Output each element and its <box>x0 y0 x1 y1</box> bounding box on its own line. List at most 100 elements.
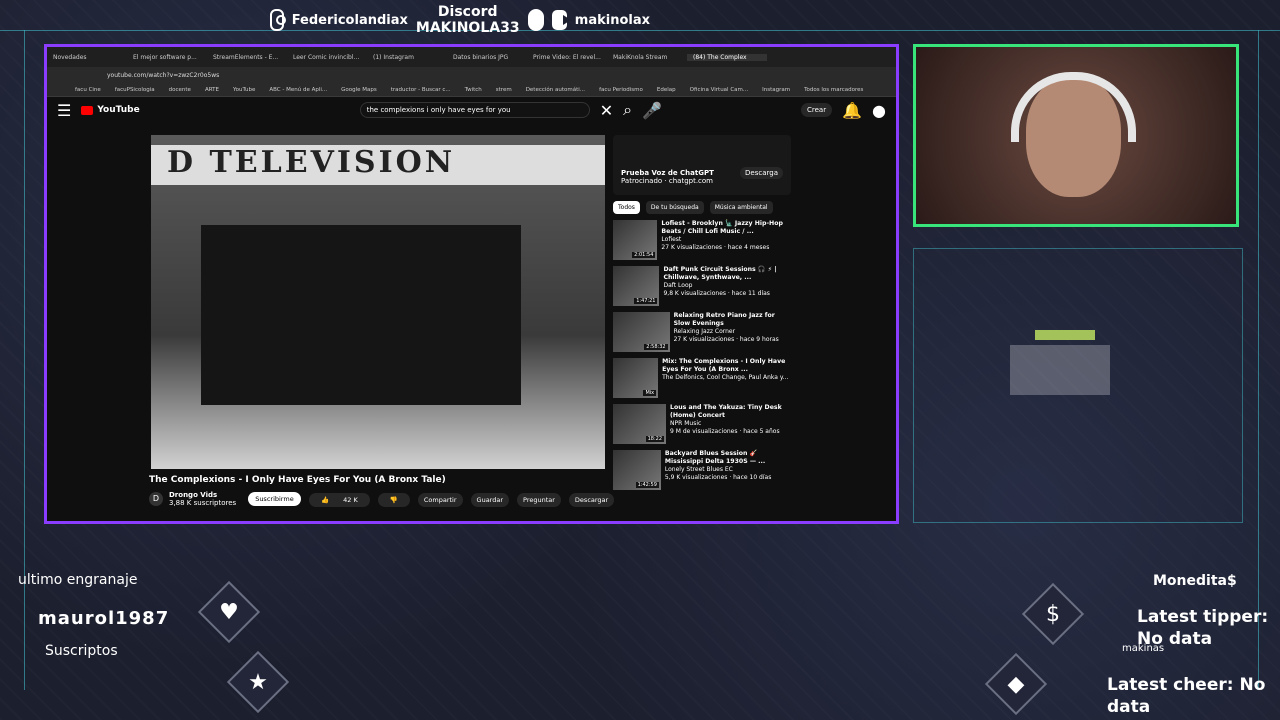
heart-icon: ♥ <box>219 599 239 625</box>
recommendation[interactable]: Mix Mix: The Complexions - I Only Have E… <box>613 358 791 398</box>
duration: 1:47:21 <box>634 298 658 304</box>
ad-download-button[interactable]: Descarga <box>740 167 783 179</box>
thumbnail[interactable]: 2:01:54 <box>613 220 658 260</box>
sidebar: Prueba Voz de ChatGPT Patrocinado · chat… <box>613 135 791 490</box>
dislike-button[interactable]: 👎 <box>377 493 410 507</box>
address-bar[interactable]: youtube.com/watch?v=zwzC2r0o5ws <box>47 67 896 83</box>
thumbnail[interactable]: Mix <box>613 358 659 398</box>
tab[interactable]: (1) Instagram <box>367 54 447 61</box>
download-button[interactable]: Descargar <box>568 493 615 507</box>
rec-title[interactable]: Daft Punk Circuit Sessions 🎧 ⚡ | Chillwa… <box>663 266 791 282</box>
save-button[interactable]: Guardar <box>470 493 510 507</box>
rec-title[interactable]: Lous and The Yakuza: Tiny Desk (Home) Co… <box>670 404 791 420</box>
chip[interactable]: De tu búsqueda <box>645 201 704 214</box>
chip[interactable]: Todos <box>613 201 640 214</box>
duration: 2:58:32 <box>644 344 668 350</box>
search-icon[interactable]: ⌕ <box>623 100 632 120</box>
bookmark[interactable]: Google Maps <box>341 87 377 93</box>
rec-title[interactable]: Backyard Blues Session 🎸 Mississippi Del… <box>665 450 791 466</box>
bookmarks-bar: facu Cine facuPSicologia docente ARTE Yo… <box>47 83 896 97</box>
recommendation[interactable]: 1:47:21 Daft Punk Circuit Sessions 🎧 ⚡ |… <box>613 266 791 306</box>
rec-meta: Backyard Blues Session 🎸 Mississippi Del… <box>665 450 791 490</box>
currency-label: Monedita$ <box>1153 573 1237 589</box>
rec-info: 9,8 K visualizaciones · hace 11 días <box>663 290 770 297</box>
filter-chips: Todos De tu búsqueda Música ambiental <box>613 201 791 214</box>
bookmark[interactable]: docente <box>169 87 191 93</box>
rec-info: 27 K visualizaciones · hace 4 meses <box>661 244 770 251</box>
avatar[interactable]: ● <box>872 101 886 120</box>
star-icon: ★ <box>248 669 268 695</box>
youtube-header: ☰ YouTube the complexions i only have ey… <box>47 97 896 123</box>
rec-title[interactable]: Mix: The Complexions - I Only Have Eyes … <box>662 358 791 374</box>
tab[interactable]: Datos binarios JPG <box>447 54 527 61</box>
tab[interactable]: StreamElements - E... <box>207 54 287 61</box>
rec-meta: Daft Punk Circuit Sessions 🎧 ⚡ | Chillwa… <box>663 266 791 306</box>
thumbs-down-icon: 👎 <box>383 493 404 507</box>
close-icon[interactable]: ✕ <box>600 101 613 120</box>
tab[interactable]: Leer Comic invincibl... <box>287 54 367 61</box>
menu-icon[interactable]: ☰ <box>57 101 71 120</box>
bookmark[interactable]: Detección automáti... <box>526 87 585 93</box>
thumbnail[interactable]: 18:22 <box>613 404 667 444</box>
thumbnail[interactable]: 2:58:32 <box>613 312 670 352</box>
bookmark[interactable]: Oficina Virtual Cam... <box>690 87 748 93</box>
youtube-logo[interactable]: YouTube <box>81 105 140 115</box>
recommendation[interactable]: 18:22 Lous and The Yakuza: Tiny Desk (Ho… <box>613 404 791 444</box>
ask-button[interactable]: Preguntar <box>517 493 561 507</box>
bell-icon[interactable]: 🔔 <box>842 101 862 120</box>
bookmark[interactable]: YouTube <box>233 87 255 93</box>
tab[interactable]: MakiKnola Stream <box>607 54 687 61</box>
glitch-block <box>1010 345 1110 395</box>
share-button[interactable]: Compartir <box>417 493 463 507</box>
frame-line-left <box>24 30 25 690</box>
bookmark[interactable]: Instagram <box>762 87 790 93</box>
bookmark[interactable]: facu Cine <box>75 87 101 93</box>
latest-cheer: Latest cheer: No data <box>1107 675 1266 717</box>
bookmark[interactable]: Todos los marcadores <box>804 87 863 93</box>
chip[interactable]: Música ambiental <box>709 201 773 214</box>
channel-name[interactable]: Drongo Vids <box>169 491 217 499</box>
rec-channel: The Delfonics, Cool Change, Paul Anka y.… <box>662 374 789 381</box>
recommendation[interactable]: 2:58:32 Relaxing Retro Piano Jazz for Sl… <box>613 312 791 352</box>
rec-channel: NPR Music <box>670 420 702 427</box>
glitch-strip <box>1035 330 1095 340</box>
gem-icon: ◆ <box>1007 671 1025 697</box>
bookmark[interactable]: ARTE <box>205 87 219 93</box>
like-button[interactable]: 👍 42 K <box>309 493 370 507</box>
recommendation[interactable]: 1:42:59 Backyard Blues Session 🎸 Mississ… <box>613 450 791 490</box>
instagram-handle: Federicolandiax <box>291 12 408 28</box>
duration: 2:01:54 <box>632 252 656 258</box>
rec-meta: Lous and The Yakuza: Tiny Desk (Home) Co… <box>670 404 791 444</box>
tab[interactable]: Prime Video: El revel... <box>527 54 607 61</box>
bookmark[interactable]: traductor - Buscar c... <box>391 87 451 93</box>
thumbs-up-icon: 👍 <box>315 493 336 507</box>
browser-capture: Novedades El mejor software p... StreamE… <box>44 44 899 524</box>
tab[interactable]: Novedades <box>47 54 127 61</box>
rec-info: 5,9 K visualizaciones · hace 10 días <box>664 474 772 481</box>
instagram-icon <box>270 9 286 31</box>
recommendation[interactable]: 2:01:54 Lofiest - Brooklyn 🗽 Jazzy Hip-H… <box>613 220 791 260</box>
rec-title[interactable]: Relaxing Retro Piano Jazz for Slow Eveni… <box>674 312 791 328</box>
bookmark[interactable]: Edelap <box>657 87 676 93</box>
dollar-icon: $ <box>1046 601 1060 627</box>
bookmark[interactable]: facuPSicologia <box>115 87 155 93</box>
tab-active[interactable]: (84) The Complex <box>687 53 767 61</box>
create-button[interactable]: Crear <box>801 103 833 117</box>
bookmark[interactable]: strem <box>496 87 512 93</box>
thumbnail[interactable]: 1:42:59 <box>613 450 661 490</box>
duration: Mix <box>643 390 657 396</box>
rec-meta: Mix: The Complexions - I Only Have Eyes … <box>662 358 791 398</box>
ad-sub: Patrocinado · chatgpt.com <box>621 177 713 185</box>
bookmark[interactable]: facu Periodismo <box>599 87 643 93</box>
bookmark[interactable]: ABC - Menú de Apli... <box>269 87 327 93</box>
tab[interactable]: El mejor software p... <box>127 54 207 61</box>
video-player[interactable]: D TELEVISION <box>151 135 605 469</box>
subscribe-button[interactable]: Suscribirme <box>248 492 301 506</box>
rec-title[interactable]: Lofiest - Brooklyn 🗽 Jazzy Hip-Hop Beats… <box>661 220 791 236</box>
sponsored-ad[interactable]: Prueba Voz de ChatGPT Patrocinado · chat… <box>613 135 791 195</box>
thumbnail[interactable]: 1:47:21 <box>613 266 660 306</box>
bookmark[interactable]: Twitch <box>465 87 482 93</box>
channel-avatar[interactable]: D <box>149 492 163 506</box>
microphone-icon[interactable]: 🎤 <box>642 101 662 120</box>
search-input[interactable]: the complexions i only have eyes for you <box>359 102 590 118</box>
